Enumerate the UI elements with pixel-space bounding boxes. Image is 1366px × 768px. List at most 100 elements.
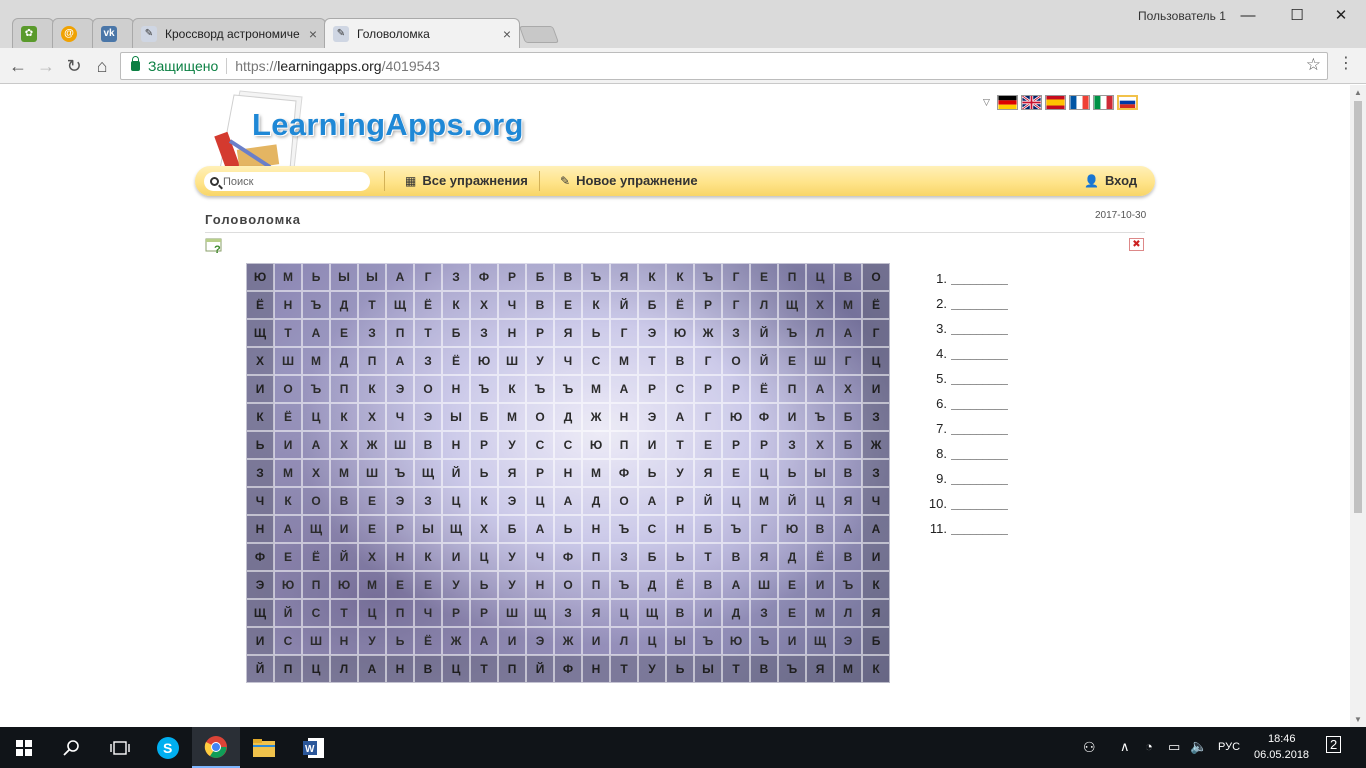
close-window-button[interactable]: ✕ (1321, 4, 1361, 26)
grid-cell[interactable]: Ь (666, 543, 694, 571)
grid-cell[interactable]: Б (834, 431, 862, 459)
grid-cell[interactable]: Р (666, 487, 694, 515)
grid-cell[interactable]: М (610, 347, 638, 375)
word-search-grid[interactable]: ЮМЬЫЫАГЗФРБВЪЯККЪГЕПЦВОЁНЪДТЩЁКХЧВЕКЙБЁР… (246, 263, 890, 683)
grid-cell[interactable]: Е (414, 571, 442, 599)
grid-cell[interactable]: Р (722, 431, 750, 459)
back-button[interactable]: ← (6, 54, 30, 78)
grid-cell[interactable]: П (330, 375, 358, 403)
grid-cell[interactable]: О (526, 403, 554, 431)
grid-cell[interactable]: Б (834, 403, 862, 431)
grid-cell[interactable]: М (274, 263, 302, 291)
grid-cell[interactable]: У (498, 571, 526, 599)
grid-cell[interactable]: Ъ (302, 291, 330, 319)
grid-cell[interactable]: Т (414, 319, 442, 347)
grid-cell[interactable]: У (526, 347, 554, 375)
grid-cell[interactable]: А (302, 319, 330, 347)
grid-cell[interactable]: Ш (806, 347, 834, 375)
tab-close-icon[interactable]: × (503, 26, 511, 42)
grid-cell[interactable]: Ь (778, 459, 806, 487)
grid-cell[interactable]: Д (330, 291, 358, 319)
grid-cell[interactable]: Ю (470, 347, 498, 375)
grid-cell[interactable]: Ф (554, 655, 582, 683)
grid-cell[interactable]: Ю (246, 263, 274, 291)
grid-cell[interactable]: Ж (358, 431, 386, 459)
grid-cell[interactable]: З (470, 319, 498, 347)
grid-cell[interactable]: Ё (442, 347, 470, 375)
grid-cell[interactable]: У (442, 571, 470, 599)
flag-spanish-icon[interactable] (1044, 95, 1066, 110)
grid-cell[interactable]: К (358, 375, 386, 403)
grid-cell[interactable]: Щ (386, 291, 414, 319)
grid-cell[interactable]: Х (358, 403, 386, 431)
grid-cell[interactable]: Н (582, 655, 610, 683)
grid-cell[interactable]: У (666, 459, 694, 487)
profile-label[interactable]: Пользователь 1 (1138, 9, 1226, 23)
grid-cell[interactable]: П (358, 347, 386, 375)
grid-cell[interactable]: Ш (302, 627, 330, 655)
url-text[interactable]: https://learningapps.org/4019543 (235, 58, 440, 74)
grid-cell[interactable]: П (386, 319, 414, 347)
home-button[interactable]: ⌂ (90, 54, 114, 78)
windows-start-icon[interactable] (0, 727, 48, 768)
grid-cell[interactable]: Ц (470, 543, 498, 571)
grid-cell[interactable]: Ц (806, 263, 834, 291)
page-scrollbar[interactable]: ▲ ▼ (1350, 85, 1366, 727)
grid-cell[interactable]: Р (470, 599, 498, 627)
file-explorer-icon[interactable] (240, 727, 288, 768)
grid-cell[interactable]: Ы (414, 515, 442, 543)
grid-cell[interactable]: Ц (302, 655, 330, 683)
grid-cell[interactable]: Т (722, 655, 750, 683)
grid-cell[interactable]: С (274, 627, 302, 655)
grid-cell[interactable]: Е (554, 291, 582, 319)
tab-1[interactable]: ✿ (12, 18, 54, 48)
grid-cell[interactable]: Ц (862, 347, 890, 375)
grid-cell[interactable]: А (554, 487, 582, 515)
grid-cell[interactable]: В (750, 655, 778, 683)
grid-cell[interactable]: М (274, 459, 302, 487)
grid-cell[interactable]: Ж (862, 431, 890, 459)
grid-cell[interactable]: Й (610, 291, 638, 319)
grid-cell[interactable]: Ё (302, 543, 330, 571)
grid-cell[interactable]: Ю (778, 515, 806, 543)
grid-cell[interactable]: П (386, 599, 414, 627)
grid-cell[interactable]: В (834, 459, 862, 487)
grid-cell[interactable]: Я (806, 655, 834, 683)
grid-cell[interactable]: Ъ (610, 571, 638, 599)
skype-icon[interactable]: S (144, 727, 192, 768)
grid-cell[interactable]: М (582, 459, 610, 487)
grid-cell[interactable]: Ь (554, 515, 582, 543)
grid-cell[interactable]: Х (806, 431, 834, 459)
grid-cell[interactable]: А (386, 347, 414, 375)
grid-cell[interactable]: Ю (330, 571, 358, 599)
address-bar[interactable]: Защищено https://learningapps.org/401954… (120, 52, 1328, 80)
grid-cell[interactable]: Ч (386, 403, 414, 431)
grid-cell[interactable]: К (414, 543, 442, 571)
grid-cell[interactable]: Е (778, 347, 806, 375)
grid-cell[interactable]: И (806, 571, 834, 599)
grid-cell[interactable]: Ш (358, 459, 386, 487)
grid-cell[interactable]: И (246, 627, 274, 655)
grid-cell[interactable]: К (274, 487, 302, 515)
grid-cell[interactable]: А (638, 487, 666, 515)
grid-cell[interactable]: Э (414, 403, 442, 431)
grid-cell[interactable]: Ж (554, 627, 582, 655)
grid-cell[interactable]: Ъ (806, 403, 834, 431)
grid-cell[interactable]: Ь (470, 571, 498, 599)
grid-cell[interactable]: И (274, 431, 302, 459)
grid-cell[interactable]: Ю (666, 319, 694, 347)
grid-cell[interactable]: Н (274, 291, 302, 319)
grid-cell[interactable]: Э (386, 375, 414, 403)
grid-cell[interactable]: И (442, 543, 470, 571)
grid-cell[interactable]: С (582, 347, 610, 375)
grid-cell[interactable]: Р (526, 319, 554, 347)
grid-cell[interactable]: Ц (442, 487, 470, 515)
grid-cell[interactable]: Ё (750, 375, 778, 403)
grid-cell[interactable]: Ъ (694, 263, 722, 291)
grid-cell[interactable]: И (498, 627, 526, 655)
grid-cell[interactable]: Ц (806, 487, 834, 515)
tab-2[interactable]: @ (52, 18, 94, 48)
grid-cell[interactable]: С (554, 431, 582, 459)
answer-blank[interactable]: _________ (951, 521, 1008, 535)
grid-cell[interactable]: Х (330, 431, 358, 459)
